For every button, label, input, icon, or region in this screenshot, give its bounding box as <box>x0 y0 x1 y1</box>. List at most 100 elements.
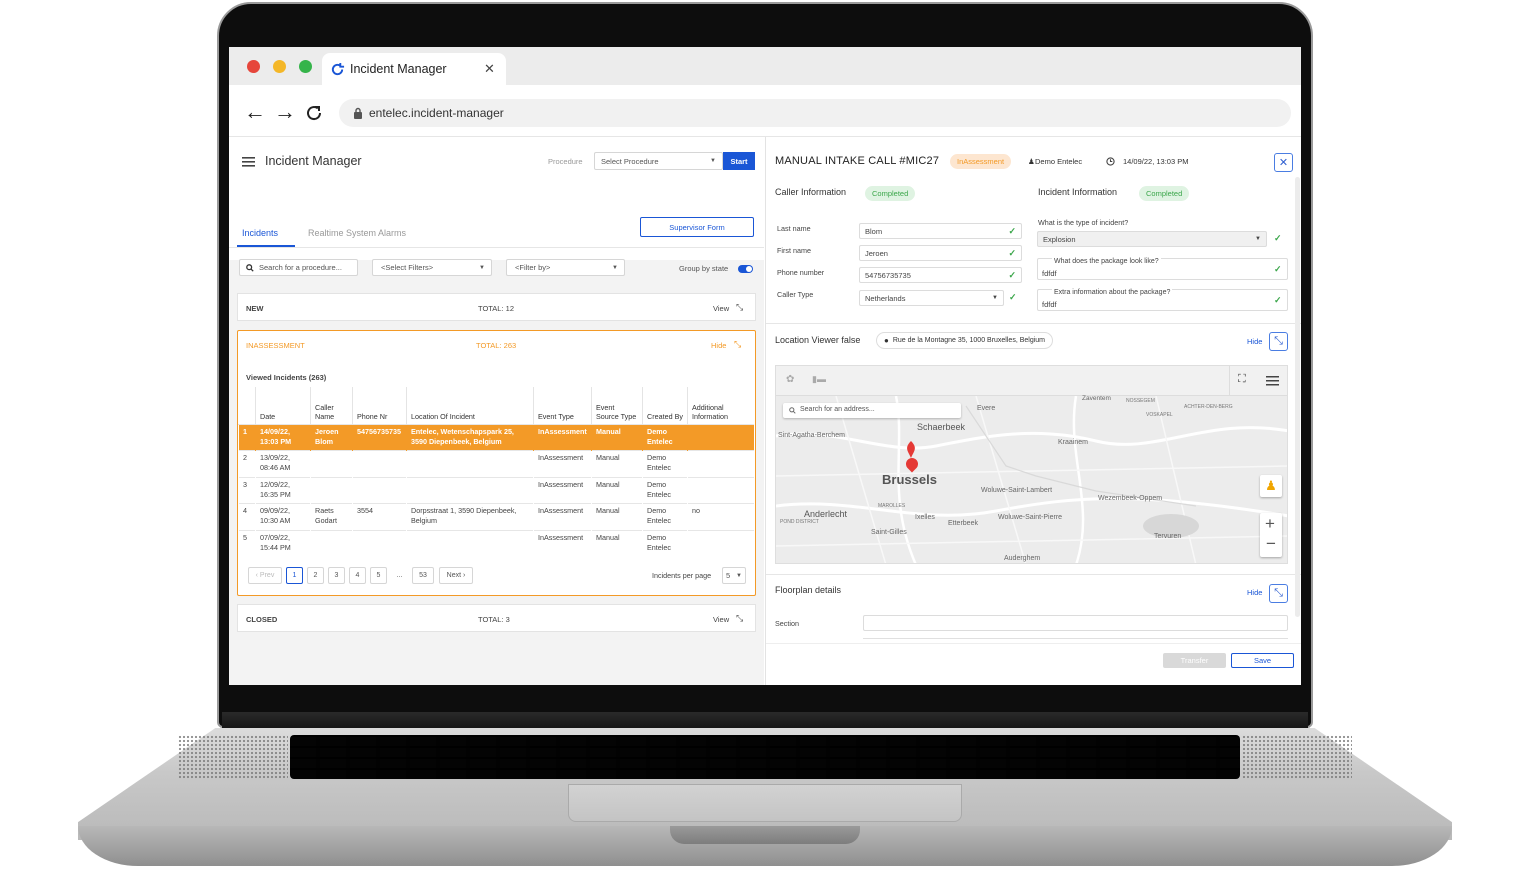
table-row[interactable]: 3 12/09/22, 16:35 PM InAssessment Manual Dem… <box>238 476 754 504</box>
select-filters-dropdown[interactable]: <Select Filters> ▼ <box>372 259 492 276</box>
last-name-field[interactable]: Blom ✓ <box>859 223 1022 239</box>
row-index: 1 <box>238 423 256 451</box>
location-hide-link[interactable]: Hide <box>1247 337 1262 346</box>
expand-icon[interactable]: ⤡ <box>736 302 743 313</box>
map-viewer[interactable]: ✿ ▮▬ ⛶ Search for an address... Brussels… <box>775 365 1288 564</box>
page-3-button[interactable]: 3 <box>328 567 345 584</box>
row-event-source: Manual <box>591 423 643 451</box>
close-detail-button[interactable]: ✕ <box>1274 153 1293 172</box>
page-53-button[interactable]: 53 <box>412 567 434 584</box>
first-name-label: First name <box>777 246 811 255</box>
search-input[interactable]: Search for a procedure... <box>239 259 358 276</box>
pagination: ‹ Prev 1 2 3 4 5 ... 53 Next › Incidents… <box>248 567 748 585</box>
reload-icon[interactable] <box>305 104 323 122</box>
per-page-value: 5 <box>726 571 731 580</box>
transfer-button[interactable]: Transfer <box>1163 653 1226 668</box>
expand-icon[interactable]: ⤡ <box>736 613 743 624</box>
next-page-button[interactable]: Next › <box>439 567 473 584</box>
start-button[interactable]: Start <box>723 152 755 170</box>
tab-incidents[interactable]: Incidents <box>242 228 278 239</box>
page-1-button[interactable]: 1 <box>286 567 303 584</box>
col-date[interactable]: Date <box>255 387 311 424</box>
group-by-state-toggle[interactable] <box>738 265 753 273</box>
group-inassessment-total: TOTAL: 263 <box>476 341 517 350</box>
supervisor-form-button[interactable]: Supervisor Form <box>640 217 754 237</box>
page-4-button[interactable]: 4 <box>349 567 366 584</box>
col-event-source[interactable]: Event Source Type <box>591 387 643 424</box>
layers-icon[interactable]: ▮▬ <box>812 374 826 385</box>
col-additional-info[interactable]: Additional Information <box>687 387 754 424</box>
table-row[interactable]: 5 07/09/22, 15:44 PM InAssessment Manual Dem… <box>238 529 754 557</box>
tab-close-icon[interactable]: ✕ <box>484 61 495 77</box>
caret-down-icon: ▼ <box>710 158 716 164</box>
collapse-icon: ⤡ <box>1274 587 1283 599</box>
close-window-button[interactable] <box>247 60 260 73</box>
forward-arrow-icon[interactable]: → <box>274 99 296 125</box>
first-name-field[interactable]: Jeroen ✓ <box>859 245 1022 261</box>
col-event-type[interactable]: Event Type <box>533 387 592 424</box>
map-label-tervuren: Tervuren <box>1154 533 1182 540</box>
filter-by-dropdown[interactable]: <Filter by> ▼ <box>506 259 625 276</box>
table-row[interactable]: 1 14/09/22, 13:03 PM Jeroen Blom 5475673573… <box>238 423 754 451</box>
caret-down-icon: ▼ <box>736 572 742 579</box>
page-5-button[interactable]: 5 <box>370 567 387 584</box>
laptop-notch <box>670 826 860 844</box>
group-new-view-link[interactable]: View <box>713 304 729 313</box>
row-caller <box>310 450 353 477</box>
fullscreen-icon[interactable]: ⛶ <box>1238 373 1246 386</box>
caret-down-icon: ▼ <box>479 264 485 271</box>
street-view-pegman-icon[interactable]: ♟ <box>1260 475 1282 497</box>
extra-info-field[interactable]: Extra information about the package? fdf… <box>1037 289 1288 311</box>
tab-realtime-system-alarms[interactable]: Realtime System Alarms <box>308 228 406 239</box>
zoom-in-icon[interactable]: + <box>1265 514 1275 534</box>
prev-page-button[interactable]: ‹ Prev <box>248 567 282 584</box>
col-created-by[interactable]: Created By <box>642 387 688 424</box>
caller-type-value: Netherlands <box>865 293 906 303</box>
browser-tab[interactable]: Incident Manager ✕ <box>322 53 506 85</box>
hamburger-menu-icon[interactable] <box>242 157 255 167</box>
collapse-icon[interactable]: ⤡ <box>734 339 741 350</box>
section-field[interactable] <box>863 615 1288 631</box>
group-closed-label: CLOSED <box>246 615 278 624</box>
incident-list-panel: Incident Manager Procedure Select Proced… <box>229 137 764 685</box>
package-look-field[interactable]: What does the package look like? fdfdf ✓ <box>1037 258 1288 280</box>
caller-type-select[interactable]: Netherlands ▼ <box>859 290 1004 306</box>
table-row[interactable]: 4 09/09/22, 10:30 AM Raets Godart 3554 Dorps… <box>238 503 754 530</box>
group-new-label: NEW <box>246 304 264 313</box>
location-collapse-button[interactable]: ⤡ <box>1269 332 1288 351</box>
maximize-window-button[interactable] <box>299 60 312 73</box>
row-additional-info <box>687 476 754 504</box>
floorplan-hide-link[interactable]: Hide <box>1247 588 1262 597</box>
procedure-select-value: Select Procedure <box>601 156 659 166</box>
detail-scrollbar[interactable] <box>1295 177 1300 617</box>
zoom-out-icon[interactable]: − <box>1266 534 1276 554</box>
incident-section-title: Incident Information <box>1038 187 1118 197</box>
collapse-icon: ⤡ <box>1274 335 1283 347</box>
group-closed-view-link[interactable]: View <box>713 615 729 624</box>
back-arrow-icon[interactable]: ← <box>244 99 266 125</box>
row-index: 3 <box>238 476 256 504</box>
section-divider <box>766 574 1301 575</box>
group-inassessment-hide-link[interactable]: Hide <box>711 341 726 350</box>
row-created-by: Demo Entelec <box>642 529 688 557</box>
url-field[interactable]: entelec.incident-manager <box>339 99 1291 127</box>
floorplan-collapse-button[interactable]: ⤡ <box>1269 584 1288 603</box>
table-row[interactable]: 2 13/09/22, 08:46 AM InAssessment Manual Dem… <box>238 450 754 477</box>
map-menu-icon[interactable] <box>1266 376 1279 386</box>
col-phone[interactable]: Phone Nr <box>352 387 407 424</box>
procedure-select[interactable]: Select Procedure ▼ <box>594 152 723 170</box>
page-2-button[interactable]: 2 <box>307 567 324 584</box>
col-caller-name[interactable]: Caller Name <box>310 387 353 424</box>
map-search-input[interactable]: Search for an address... <box>783 403 961 418</box>
col-location[interactable]: Location Of Incident <box>406 387 534 424</box>
map-label-brussels: Brussels <box>882 472 937 487</box>
minimize-window-button[interactable] <box>273 60 286 73</box>
incidents-table-wrap: Date Caller Name Phone Nr Location Of In… <box>238 387 754 557</box>
incident-type-select[interactable]: Explosion ▼ <box>1037 231 1267 247</box>
per-page-select[interactable]: 5 ▼ <box>722 567 746 584</box>
phone-number-field[interactable]: 54756735735 ✓ <box>859 267 1022 283</box>
row-additional-info <box>687 529 754 557</box>
walk-icon[interactable]: ✿ <box>786 374 794 386</box>
row-caller: Jeroen Blom <box>310 423 353 451</box>
save-button[interactable]: Save <box>1231 653 1294 668</box>
